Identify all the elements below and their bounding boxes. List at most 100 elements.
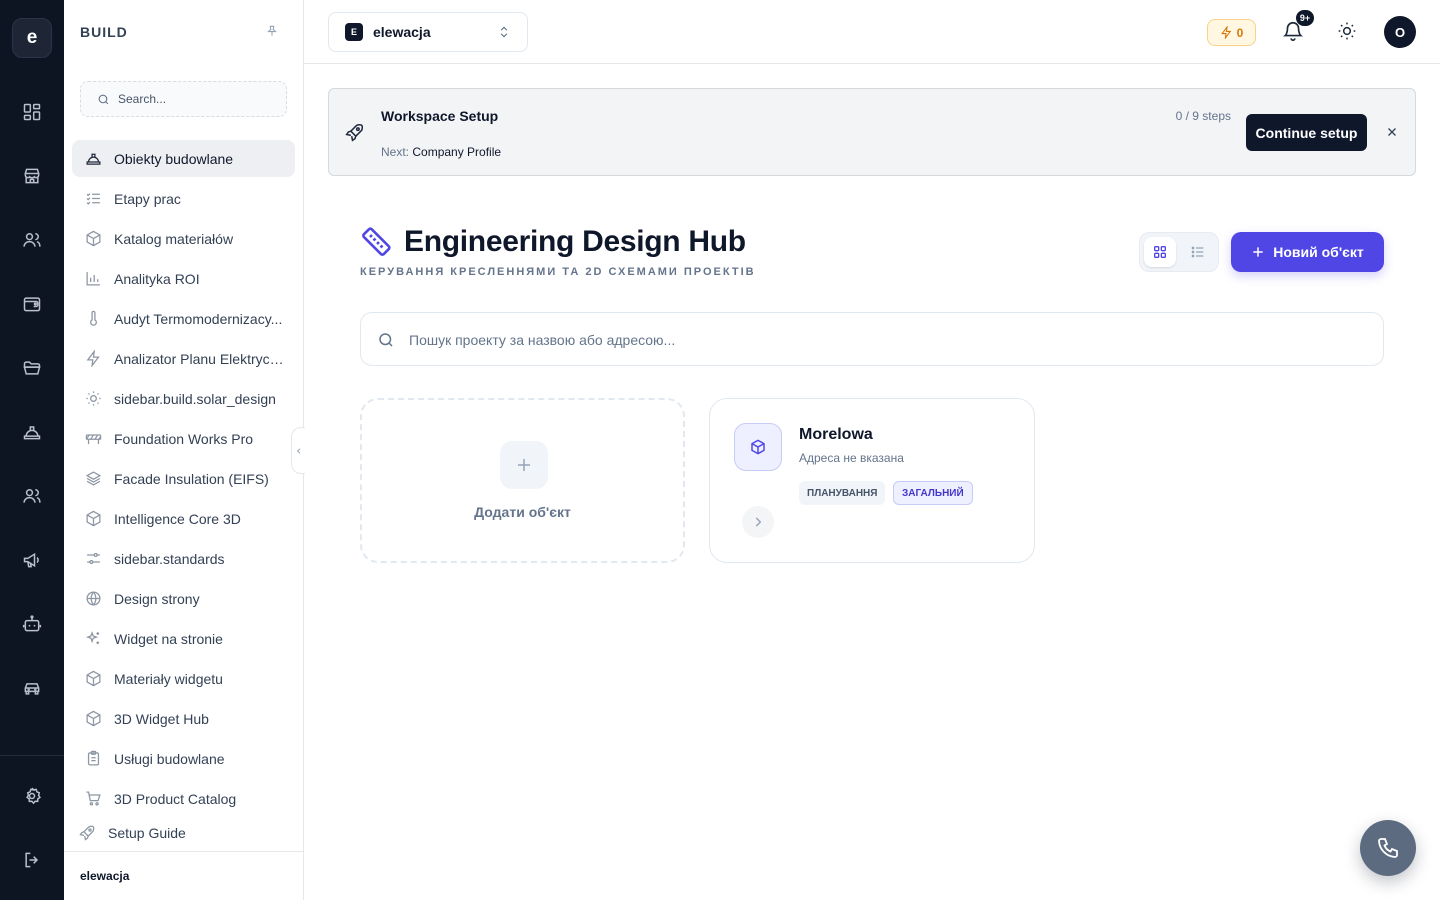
sidebar-item-design-strony[interactable]: Design strony (72, 580, 295, 617)
status-badge: ПЛАНУВАННЯ (799, 481, 886, 505)
bar-chart-icon (84, 270, 102, 288)
wallet-icon[interactable] (20, 292, 44, 316)
lightning-icon (84, 350, 102, 368)
sidebar-item-audyt-termomodernizacyjny[interactable]: Audyt Termomodernizacy... (72, 300, 295, 337)
continue-setup-button[interactable]: Continue setup (1246, 114, 1367, 151)
users-icon[interactable] (20, 228, 44, 252)
sidebar-item-foundation-works-pro[interactable]: Foundation Works Pro (72, 420, 295, 457)
theme-toggle-sun-icon[interactable] (1337, 21, 1359, 43)
sidebar-item-label: sidebar.build.solar_design (114, 390, 276, 407)
sidebar-item-label: Analityka ROI (114, 270, 200, 287)
sidebar-item-label: Etapy prac (114, 190, 181, 207)
workspace-badge: E (345, 23, 363, 41)
sidebar-item-etapy-prac[interactable]: Etapy prac (72, 180, 295, 217)
sidebar-item-materialy-widgetu[interactable]: Materiały widgetu (72, 660, 295, 697)
setup-guide-link[interactable]: Setup Guide (64, 814, 287, 851)
package-icon (84, 230, 102, 248)
sidebar-item-widget-na-stronie[interactable]: Widget na stronie (72, 620, 295, 657)
project-search-placeholder: Пошук проекту за назвою або адресою... (409, 332, 676, 348)
team-icon[interactable] (20, 484, 44, 508)
add-object-label: Додати об'єкт (474, 504, 571, 520)
sidebar-search-placeholder: Search... (118, 92, 167, 106)
sidebar-item-katalog-materialow[interactable]: Katalog materiałów (72, 220, 295, 257)
rail-divider (0, 755, 64, 756)
globe-icon (84, 590, 102, 608)
sidebar-item-label: Audyt Termomodernizacy... (114, 310, 283, 327)
dashboard-icon[interactable] (20, 100, 44, 124)
setup-guide-label: Setup Guide (108, 824, 186, 841)
banner-steps-count: 0 / 9 steps (1175, 109, 1231, 123)
sidebar-item-label: sidebar.standards (114, 550, 225, 567)
logout-icon[interactable] (20, 848, 44, 872)
sliders-icon (84, 550, 102, 568)
store-icon[interactable] (20, 164, 44, 188)
layers-icon (84, 470, 102, 488)
sidebar-item-3d-widget-hub[interactable]: 3D Widget Hub (72, 700, 295, 737)
top-bar: E elewacja 0 9+ O (304, 0, 1440, 64)
sidebar-collapse-handle[interactable] (291, 427, 305, 474)
megaphone-icon[interactable] (20, 548, 44, 572)
bot-icon[interactable] (20, 612, 44, 636)
sidebar-item-intelligence-core-3d[interactable]: Intelligence Core 3D (72, 500, 295, 537)
sidebar-item-label: 3D Product Catalog (114, 790, 237, 807)
grid-view-icon[interactable] (1144, 237, 1176, 267)
rocket-icon (345, 122, 367, 144)
workspace-selector[interactable]: E elewacja (328, 12, 528, 52)
view-mode-toggle (1139, 232, 1219, 272)
banner-next-label: Next: (381, 145, 410, 159)
sidebar-item-standards[interactable]: sidebar.standards (72, 540, 295, 577)
workspace-setup-banner: Workspace Setup Next: Company Profile 0 … (328, 88, 1416, 176)
chevron-right-icon[interactable] (742, 506, 774, 538)
sidebar-item-label: Obiekty budowlane (114, 150, 234, 167)
search-icon (98, 94, 109, 104)
credits-badge[interactable]: 0 (1207, 19, 1256, 46)
sidebar-item-label: Analizator Planu Elektrycz... (114, 350, 284, 367)
notifications-badge: 9+ (1296, 10, 1314, 26)
search-icon (377, 331, 395, 349)
thermometer-icon (84, 310, 102, 328)
sidebar-item-label: Katalog materiałów (114, 230, 234, 247)
banner-next-step: Next: Company Profile (381, 145, 501, 159)
close-icon[interactable] (1385, 125, 1399, 139)
credits-count: 0 (1236, 25, 1244, 40)
list-view-icon[interactable] (1182, 237, 1214, 267)
sidebar-item-uslugi-budowlane[interactable]: Usługi budowlane (72, 740, 295, 777)
sidebar-item-solar-design[interactable]: sidebar.build.solar_design (72, 380, 295, 417)
sidebar-item-analityka-roi[interactable]: Analityka ROI (72, 260, 295, 297)
folder-icon[interactable] (20, 356, 44, 380)
sun-icon (84, 390, 102, 408)
cube-icon (84, 510, 102, 528)
car-icon[interactable] (20, 676, 44, 700)
rocket-icon (78, 824, 96, 842)
settings-icon[interactable] (20, 784, 44, 808)
sidebar: BUILD Search... Obiekty budowlane Etapy … (64, 0, 304, 900)
sidebar-item-obiekty-budowlane[interactable]: Obiekty budowlane (72, 140, 295, 177)
category-badge: ЗАГАЛЬНИЙ (893, 481, 973, 505)
app-logo[interactable]: e (12, 18, 52, 58)
sidebar-item-label: Widget na stronie (114, 630, 223, 647)
sidebar-search-input[interactable]: Search... (80, 81, 287, 117)
page-subtitle: КЕРУВАННЯ КРЕСЛЕННЯМИ ТА 2D СХЕМАМИ ПРОЕ… (360, 266, 756, 278)
sparkles-icon (84, 630, 102, 648)
banner-title: Workspace Setup (381, 108, 499, 124)
sidebar-item-analizator-planu[interactable]: Analizator Planu Elektrycz... (72, 340, 295, 377)
new-object-label: Новий об'єкт (1273, 244, 1364, 260)
project-search-input[interactable]: Пошук проекту за назвою або адресою... (360, 312, 1384, 366)
sidebar-item-label: Usługi budowlane (114, 750, 225, 767)
sidebar-item-label: Intelligence Core 3D (114, 510, 241, 527)
icon-rail: e (0, 0, 64, 900)
construction-hat-icon[interactable] (20, 420, 44, 444)
new-object-button[interactable]: Новий об'єкт (1231, 232, 1384, 272)
cart-icon (84, 790, 102, 808)
add-object-card[interactable]: Додати об'єкт (360, 398, 685, 563)
sidebar-item-label: Foundation Works Pro (114, 430, 254, 447)
sidebar-item-facade-insulation[interactable]: Facade Insulation (EIFS) (72, 460, 295, 497)
sidebar-header: BUILD (80, 24, 128, 40)
user-avatar[interactable]: O (1384, 16, 1416, 48)
phone-icon[interactable] (1360, 820, 1416, 876)
sidebar-item-3d-product-catalog[interactable]: 3D Product Catalog (72, 780, 295, 817)
pin-icon[interactable] (265, 24, 281, 40)
page-title: Engineering Design Hub (404, 225, 746, 258)
lightning-icon (1220, 26, 1232, 39)
project-card[interactable]: Morelowa Адреса не вказана ПЛАНУВАННЯ ЗА… (709, 398, 1035, 563)
